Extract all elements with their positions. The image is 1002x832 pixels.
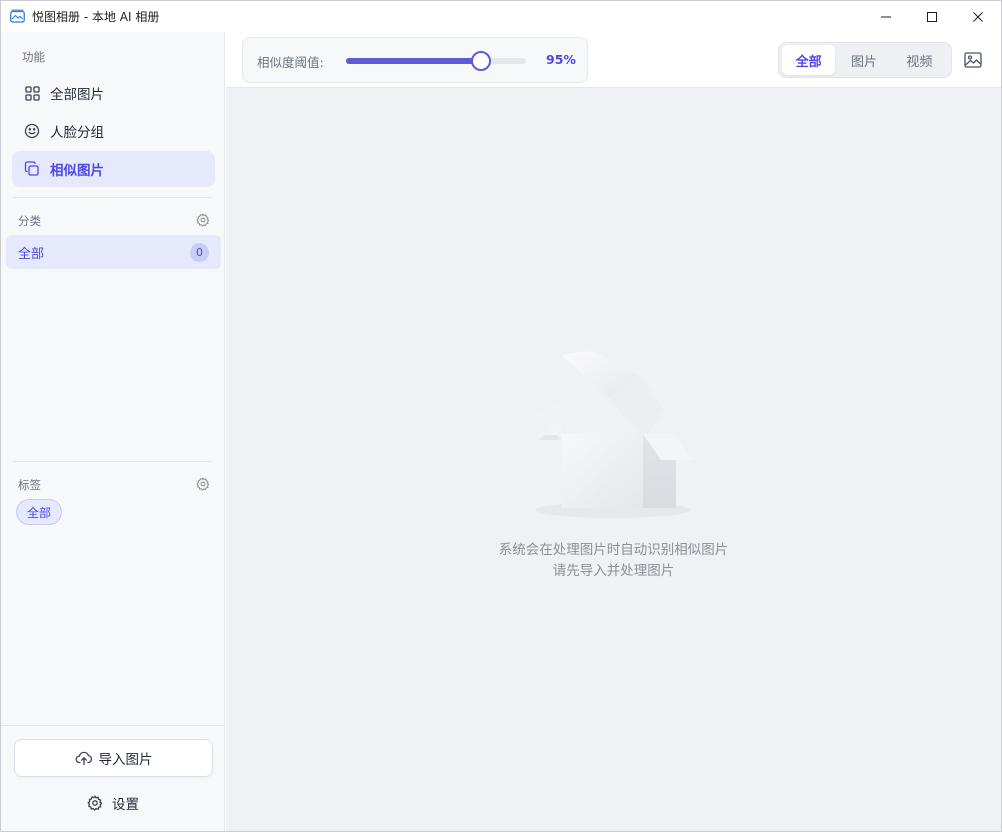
nav-similar-images-label: 相似图片 (50, 163, 104, 179)
category-item-label: 全部 (18, 246, 45, 262)
copy-icon (24, 161, 40, 177)
app-logo-icon (10, 9, 25, 23)
settings-button[interactable]: 设置 (87, 792, 139, 814)
filter-images[interactable]: 图片 (837, 45, 890, 75)
minimize-button[interactable] (863, 1, 909, 32)
sidebar: 功能 全部图片 人脸分组 相似图片 分类 全部 0 标签 全部 导入图片 设置 (1, 32, 225, 831)
maximize-icon (927, 11, 937, 22)
maximize-button[interactable] (909, 1, 955, 32)
window-title: 悦图相册 - 本地 AI 相册 (32, 10, 160, 24)
sidebar-bottom-divider (1, 725, 225, 726)
slider-fill (346, 58, 481, 64)
close-button[interactable] (955, 1, 1001, 32)
tags-section-label: 标签 (18, 478, 41, 492)
import-images-label: 导入图片 (98, 752, 153, 768)
similarity-threshold-label: 相似度阈值: (257, 55, 324, 70)
category-count-badge: 0 (190, 243, 209, 262)
import-images-button[interactable]: 导入图片 (14, 739, 213, 777)
category-item-all[interactable]: 全部 0 (6, 235, 221, 269)
filter-all[interactable]: 全部 (782, 45, 836, 75)
title-bar: 悦图相册 - 本地 AI 相册 (1, 1, 1001, 32)
main-content: 相似度阈值: 95% 全部 图片 视频 系统会在处理图片时自动识别相似图片 请先… (226, 32, 1001, 831)
sidebar-divider (13, 461, 212, 462)
categories-section-label: 分类 (18, 214, 41, 228)
upload-cloud-icon (75, 751, 92, 766)
minimize-icon (881, 16, 891, 17)
media-type-filter: 全部 图片 视频 (778, 42, 952, 78)
sidebar-divider (13, 197, 212, 198)
features-section-label: 功能 (22, 50, 45, 64)
tags-settings-icon[interactable] (196, 477, 210, 491)
tag-chip-all[interactable]: 全部 (16, 499, 62, 525)
similarity-threshold-control: 相似度阈值: 95% (242, 37, 588, 83)
similarity-threshold-value: 95% (546, 52, 576, 67)
image-view-button[interactable] (962, 50, 984, 70)
grid-icon (24, 85, 40, 101)
toolbar: 相似度阈值: 95% 全部 图片 视频 (226, 32, 1001, 88)
nav-face-groups[interactable]: 人脸分组 (12, 113, 215, 149)
image-icon (964, 52, 982, 68)
nav-all-images-label: 全部图片 (50, 87, 104, 103)
nav-all-images[interactable]: 全部图片 (12, 75, 215, 111)
categories-settings-icon[interactable] (196, 213, 210, 227)
similarity-threshold-slider[interactable] (346, 51, 526, 71)
nav-face-groups-label: 人脸分组 (50, 125, 104, 141)
nav-similar-images[interactable]: 相似图片 (12, 151, 215, 187)
empty-box-illustration (535, 350, 693, 518)
slider-thumb[interactable] (471, 51, 491, 71)
empty-state-hint: 请先导入并处理图片 (552, 563, 675, 579)
app-window: 悦图相册 - 本地 AI 相册 功能 全部图片 人脸分组 相似图片 分类 全部 … (0, 0, 1002, 832)
gear-icon (87, 795, 103, 811)
smile-icon (24, 123, 40, 139)
settings-label: 设置 (112, 797, 139, 813)
close-icon (973, 11, 983, 22)
empty-state-message: 系统会在处理图片时自动识别相似图片 (498, 542, 729, 558)
filter-videos[interactable]: 视频 (893, 45, 946, 75)
